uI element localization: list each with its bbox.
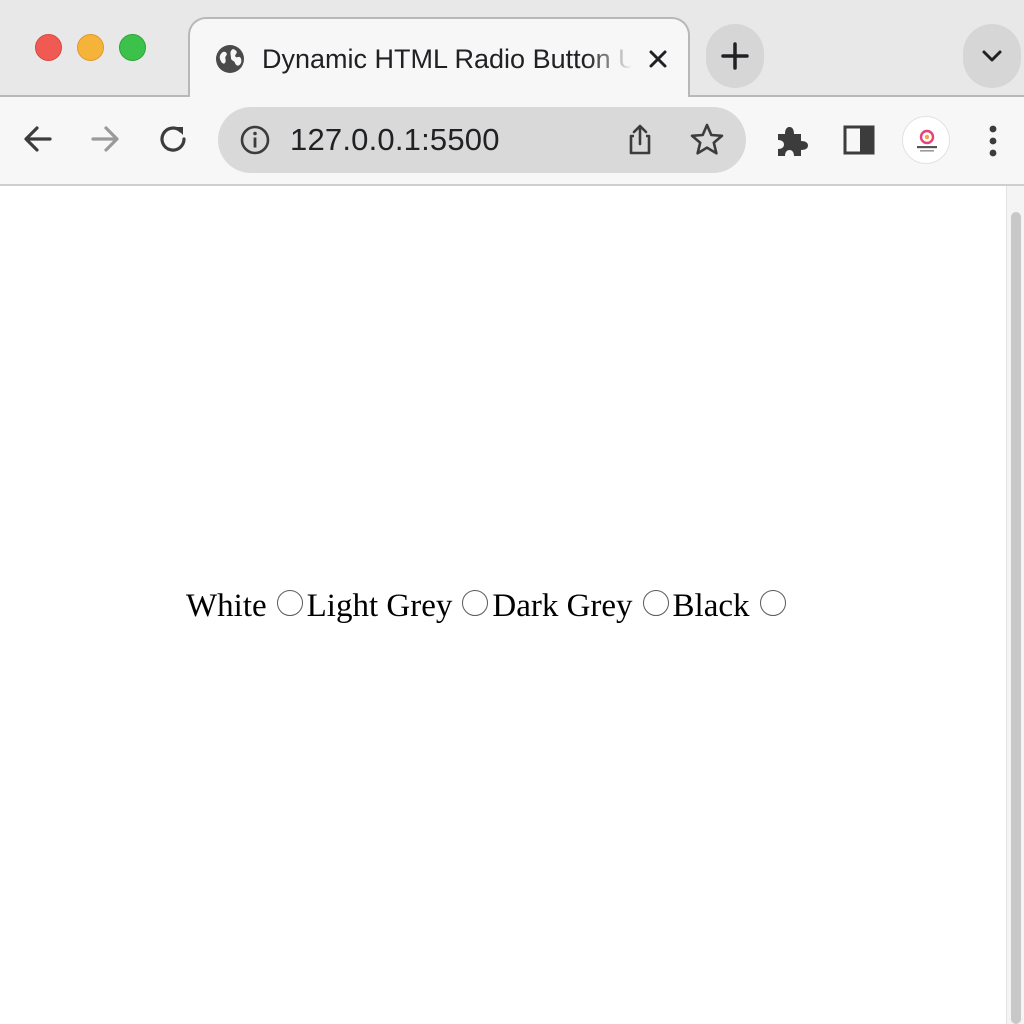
info-icon[interactable]: [238, 123, 272, 157]
radio-label-white: White: [186, 587, 267, 624]
forward-button[interactable]: [85, 119, 125, 159]
radio-light-grey[interactable]: [462, 590, 489, 616]
close-icon[interactable]: [640, 41, 676, 77]
window-minimize-button[interactable]: [77, 34, 104, 61]
browser-tab-active[interactable]: Dynamic HTML Radio Button U: [188, 17, 690, 99]
tab-title: Dynamic HTML Radio Button U: [262, 44, 632, 74]
avatar[interactable]: [902, 116, 950, 164]
puzzle-icon[interactable]: [772, 121, 810, 159]
address-url[interactable]: 127.0.0.1:5500: [290, 120, 500, 160]
radio-black[interactable]: [759, 590, 786, 616]
tab-search-button[interactable]: [963, 24, 1021, 88]
radio-dark-grey[interactable]: [642, 590, 669, 616]
reload-icon: [160, 126, 186, 152]
window-close-button[interactable]: [35, 34, 62, 61]
kebab-menu-icon[interactable]: [978, 121, 1008, 161]
scrollbar-thumb[interactable]: [1011, 212, 1021, 1024]
vertical-scrollbar[interactable]: [1006, 186, 1024, 1024]
side-panel-icon[interactable]: [840, 121, 878, 159]
radio-group: White Light Grey Dark Grey Black: [186, 585, 790, 627]
back-button[interactable]: [18, 119, 58, 159]
radio-white[interactable]: [276, 590, 303, 616]
globe-icon: [214, 43, 246, 75]
browser-toolbar: 127.0.0.1:5500: [0, 97, 1024, 186]
star-icon[interactable]: [688, 121, 726, 159]
address-bar[interactable]: 127.0.0.1:5500: [218, 107, 746, 173]
radio-label-dark-grey: Dark Grey: [492, 587, 633, 624]
arrow-right-icon: [91, 126, 119, 152]
window-maximize-button[interactable]: [119, 34, 146, 61]
tab-strip: Dynamic HTML Radio Button U: [0, 0, 1024, 99]
reload-button[interactable]: [153, 119, 193, 159]
share-icon[interactable]: [622, 122, 658, 158]
arrow-left-icon: [24, 126, 52, 152]
new-tab-button[interactable]: [706, 24, 764, 88]
radio-label-light-grey: Light Grey: [306, 587, 453, 624]
radio-label-black: Black: [672, 587, 750, 624]
